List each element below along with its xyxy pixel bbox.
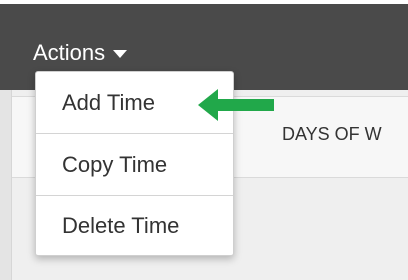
column-header-days-of-week[interactable]: DAYS OF W <box>282 124 382 145</box>
actions-label: Actions <box>33 40 106 65</box>
menu-item-delete-time[interactable]: Delete Time <box>36 196 233 256</box>
menu-item-label: Copy Time <box>62 152 168 177</box>
menu-item-copy-time[interactable]: Copy Time <box>36 134 233 196</box>
actions-dropdown-button[interactable]: Actions <box>33 38 128 68</box>
left-panel-edge <box>0 90 12 280</box>
menu-item-label: Delete Time <box>62 213 180 238</box>
caret-down-icon <box>113 50 128 58</box>
menu-item-label: Add Time <box>62 89 155 115</box>
left-arrow-icon <box>198 89 274 121</box>
